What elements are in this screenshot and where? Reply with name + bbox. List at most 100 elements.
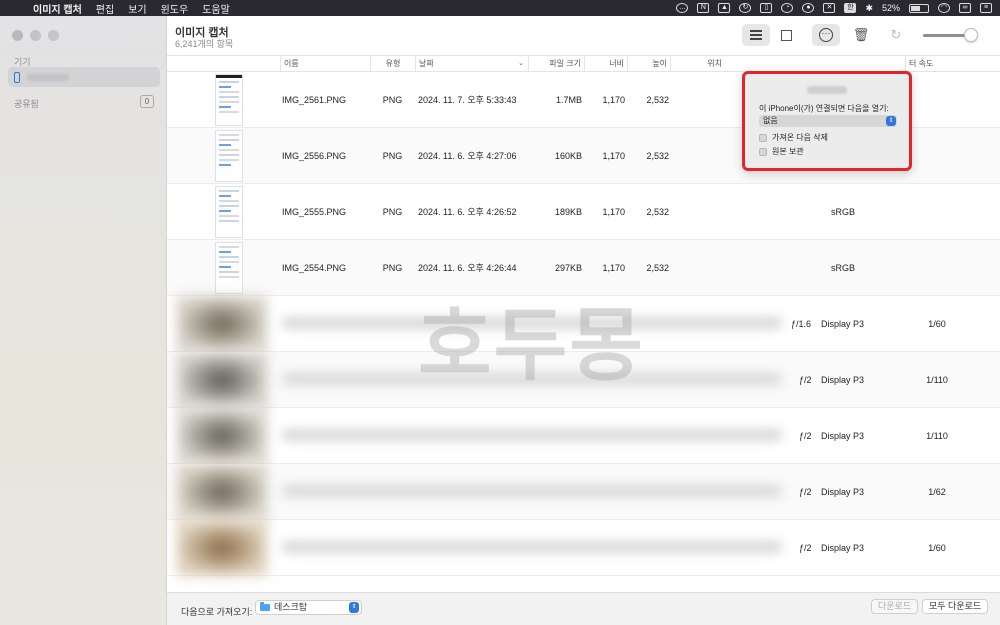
vpn-status-icon[interactable]: ◔: [781, 3, 794, 13]
column-height[interactable]: 높이: [627, 56, 670, 72]
rotate-button[interactable]: ↻: [882, 24, 910, 46]
column-date[interactable]: 날짜 ⌄: [415, 56, 528, 72]
color-profile: Display P3: [821, 487, 865, 497]
bluetooth-icon[interactable]: ✱: [865, 3, 873, 14]
wifi-icon[interactable]: ◠: [938, 3, 950, 13]
slider-fill: [923, 34, 967, 37]
color-profile: sRGB: [831, 207, 856, 217]
device-name-redacted: [807, 86, 847, 94]
menu-help[interactable]: 도움말: [195, 1, 237, 16]
file-date: 2024. 11. 6. 오후 4:26:52: [418, 207, 517, 217]
thumbnail: [215, 186, 243, 238]
import-destination-select[interactable]: 데스크탑 ⇕: [255, 600, 362, 615]
checkbox-icon: [759, 147, 767, 156]
file-height: 2,532: [646, 95, 669, 105]
open-on-connect-value: 없음: [763, 116, 778, 125]
slider-knob[interactable]: [964, 28, 978, 42]
ellipsis-icon: ···: [819, 28, 833, 42]
control-center-icon[interactable]: ≡: [980, 3, 992, 13]
toolbar: 이미지 캡처 6,241개의 항목 ··· 🗑 ↻: [167, 16, 1000, 56]
menu-view[interactable]: 보기: [121, 1, 153, 16]
delete-button[interactable]: 🗑: [847, 24, 875, 46]
thumbnail: [215, 242, 243, 294]
shutter-speed: 1/60: [928, 319, 946, 329]
column-name[interactable]: 이름: [280, 56, 370, 72]
trash-icon: 🗑: [852, 27, 870, 42]
table-row[interactable]: ƒ/2 Display P3 1/62: [167, 464, 1000, 520]
chevron-updown-icon: ⇕: [886, 116, 896, 126]
image-capture-window: 기기 공유됨 0 이미지 캡처 6,241개의 항목 ··· 🗑 ↻ 이름 유형…: [0, 16, 1000, 625]
delete-after-import-checkbox[interactable]: 가져온 다음 삭제: [759, 132, 828, 143]
table-row[interactable]: IMG_2555.PNG PNG 2024. 11. 6. 오후 4:26:52…: [167, 184, 1000, 240]
sidebar-item-iphone[interactable]: [8, 67, 160, 87]
device-name-redacted: [27, 73, 69, 81]
keep-originals-checkbox[interactable]: 원본 보관: [759, 146, 804, 157]
shutter-speed: 1/60: [928, 543, 946, 553]
column-shutter[interactable]: 터 속도: [905, 56, 945, 72]
thumbnail-size-slider[interactable]: [923, 28, 978, 42]
color-profile: Display P3: [821, 431, 865, 441]
thumbnail-redacted: [177, 520, 267, 576]
open-on-connect-select[interactable]: 없음 ⇕: [759, 115, 897, 127]
file-name: IMG_2554.PNG: [282, 263, 347, 273]
iphone-icon: [14, 71, 20, 83]
import-destination-value: 데스크탑: [274, 602, 308, 612]
notion-icon[interactable]: N: [697, 3, 710, 13]
download-button[interactable]: 다운로드: [871, 599, 919, 614]
table-row[interactable]: ƒ/2 Display P3 1/110: [167, 352, 1000, 408]
menu-edit[interactable]: 편집: [89, 1, 121, 16]
close-window-icon[interactable]: [12, 30, 23, 41]
file-type: PNG: [382, 151, 403, 161]
column-type[interactable]: 유형: [370, 56, 415, 72]
link-icon[interactable]: ∞: [959, 3, 971, 13]
vpn-icon[interactable]: ▯: [760, 3, 773, 13]
menu-app[interactable]: 이미지 캡처: [26, 1, 89, 16]
table-row[interactable]: ƒ/2 Display P3 1/110: [167, 408, 1000, 464]
chevron-down-icon: ⌄: [518, 60, 524, 67]
column-width[interactable]: 너비: [584, 56, 627, 72]
battery-icon[interactable]: [909, 3, 929, 13]
file-size: 160KB: [554, 151, 582, 161]
folder-icon: [260, 602, 270, 611]
aperture: ƒ/2: [799, 543, 812, 553]
input-method-icon[interactable]: 한: [844, 3, 857, 13]
table-row[interactable]: ƒ/2 Display P3 1/60: [167, 520, 1000, 576]
minimize-window-icon[interactable]: [30, 30, 41, 41]
thumbnail-redacted: [177, 352, 267, 408]
column-date-label: 날짜: [419, 59, 434, 68]
file-size: 1.7MB: [555, 95, 582, 105]
device-options-popover: 이 iPhone이(가) 연결되면 다음을 열기: 없음 ⇕ 가져온 다음 삭제…: [742, 71, 912, 171]
download-all-button[interactable]: 모두 다운로드: [922, 599, 989, 614]
file-size: 297KB: [554, 263, 582, 273]
column-location[interactable]: 위치: [670, 56, 725, 72]
footer-bar: 다음으로 가져오기: 데스크탑 ⇕ 다운로드 모두 다운로드: [167, 592, 1000, 625]
file-name: IMG_2555.PNG: [282, 207, 347, 217]
sidebar: 기기 공유됨 0: [0, 16, 167, 625]
sync-icon[interactable]: ↻: [739, 3, 752, 13]
mute-icon[interactable]: ✕: [823, 3, 836, 13]
file-date: 2024. 11. 6. 오후 4:26:44: [418, 263, 517, 273]
redacted-details: [282, 484, 782, 498]
drive-icon[interactable]: ▲: [718, 3, 731, 13]
open-on-connect-label: 이 iPhone이(가) 연결되면 다음을 열기:: [759, 104, 889, 113]
zoom-window-icon[interactable]: [48, 30, 59, 41]
table-row[interactable]: IMG_2554.PNG PNG 2024. 11. 6. 오후 4:26:44…: [167, 240, 1000, 296]
file-date: 2024. 11. 7. 오후 5:33:43: [418, 95, 517, 105]
table-row[interactable]: ƒ/1.6 Display P3 1/60: [167, 296, 1000, 352]
redacted-details: [282, 316, 782, 330]
aperture: ƒ/2: [799, 375, 812, 385]
list-view-button[interactable]: [742, 24, 770, 46]
column-size[interactable]: 파일 크기: [528, 56, 584, 72]
record-icon[interactable]: ●: [802, 3, 815, 13]
file-width: 1,170: [602, 207, 625, 217]
menu-window[interactable]: 윈도우: [154, 1, 196, 16]
redacted-details: [282, 540, 782, 554]
delete-after-import-label: 가져온 다음 삭제: [772, 133, 828, 142]
message-icon[interactable]: …: [676, 3, 689, 13]
more-options-button[interactable]: ···: [812, 24, 840, 46]
file-name: IMG_2561.PNG: [282, 95, 347, 105]
file-type: PNG: [382, 207, 403, 217]
aperture: ƒ/2: [799, 487, 812, 497]
grid-view-button[interactable]: [772, 24, 800, 46]
redacted-details: [282, 372, 782, 386]
